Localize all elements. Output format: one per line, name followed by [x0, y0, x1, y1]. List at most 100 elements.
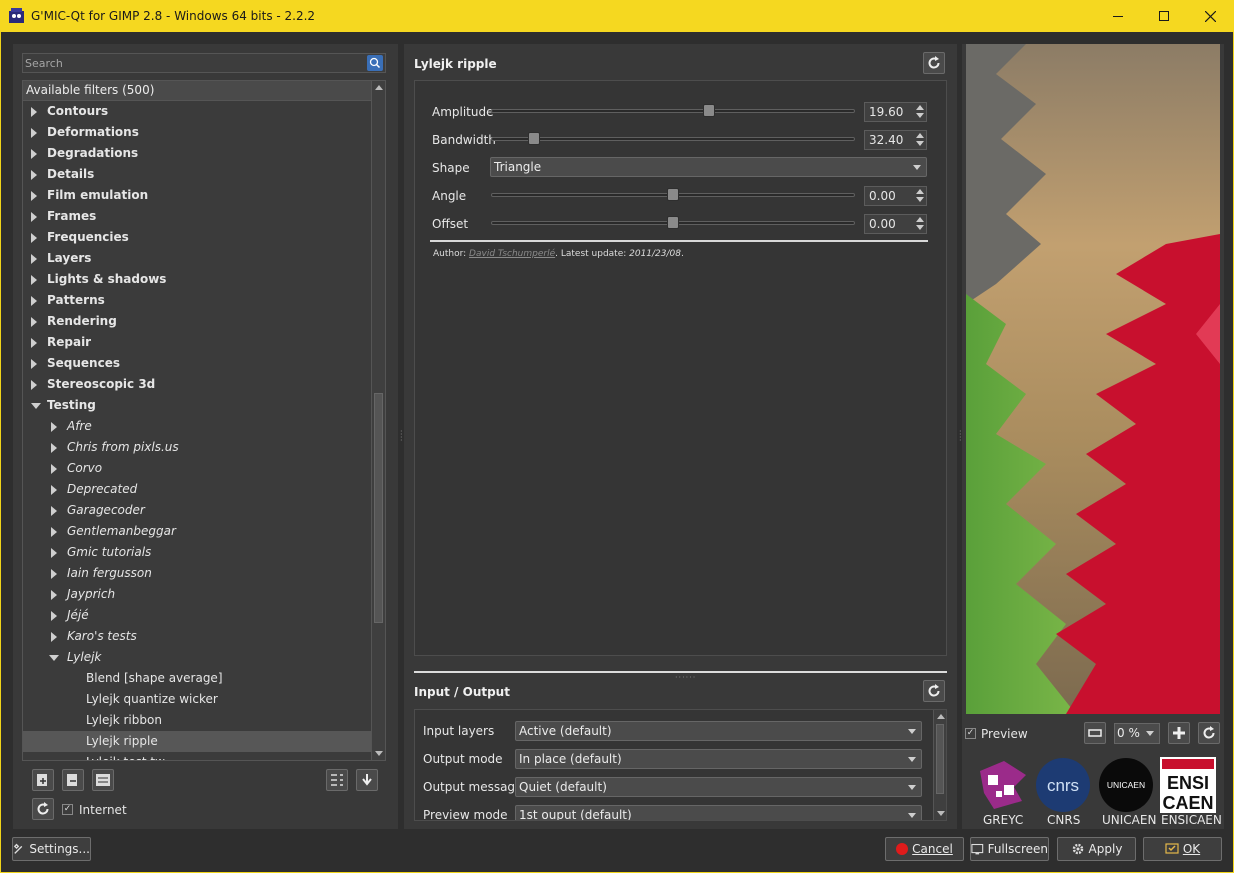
- expand-collapse-button[interactable]: [326, 769, 348, 791]
- offset-value[interactable]: 0.00: [869, 217, 896, 231]
- scroll-down-icon[interactable]: [375, 751, 383, 756]
- collapsed-arrow-icon[interactable]: [31, 359, 37, 369]
- bandwidth-value[interactable]: 32.40: [869, 133, 903, 147]
- zoom-combo[interactable]: 0 %: [1114, 723, 1160, 744]
- shape-combo[interactable]: Triangle: [490, 157, 927, 177]
- tree-subfolder[interactable]: Jéjé: [23, 605, 385, 626]
- collapsed-arrow-icon[interactable]: [31, 317, 37, 327]
- maximize-button[interactable]: [1141, 0, 1187, 32]
- tree-subfolder[interactable]: Corvo: [23, 458, 385, 479]
- offset-slider-handle[interactable]: [667, 216, 679, 229]
- collapsed-arrow-icon[interactable]: [51, 548, 57, 558]
- tree-category[interactable]: Film emulation: [23, 185, 385, 206]
- reset-zoom-button[interactable]: [1198, 722, 1220, 744]
- tree-category[interactable]: Repair: [23, 332, 385, 353]
- expanded-arrow-icon[interactable]: [49, 655, 59, 661]
- tree-header[interactable]: Available filters (500): [23, 81, 385, 101]
- preview-checkbox[interactable]: ✓: [965, 728, 976, 739]
- settings-button[interactable]: Settings...: [12, 837, 91, 861]
- tree-scrollbar[interactable]: [371, 81, 385, 760]
- collapsed-arrow-icon[interactable]: [51, 485, 57, 495]
- apply-button[interactable]: Apply: [1057, 837, 1136, 861]
- spin-arrows-icon[interactable]: [914, 104, 925, 120]
- collapsed-arrow-icon[interactable]: [51, 527, 57, 537]
- tree-category[interactable]: Lights & shadows: [23, 269, 385, 290]
- amplitude-spinbox[interactable]: 19.60: [864, 102, 927, 122]
- collapsed-arrow-icon[interactable]: [51, 611, 57, 621]
- collapsed-arrow-icon[interactable]: [51, 422, 57, 432]
- author-link[interactable]: David Tschumperlé: [469, 249, 555, 259]
- tree-category[interactable]: Rendering: [23, 311, 385, 332]
- collapsed-arrow-icon[interactable]: [31, 107, 37, 117]
- amplitude-slider[interactable]: [491, 104, 855, 117]
- reset-params-button[interactable]: [923, 52, 945, 74]
- spin-arrows-icon[interactable]: [914, 188, 925, 204]
- amplitude-value[interactable]: 19.60: [869, 105, 903, 119]
- tree-category[interactable]: Layers: [23, 248, 385, 269]
- collapsed-arrow-icon[interactable]: [51, 464, 57, 474]
- offset-spinbox[interactable]: 0.00: [864, 214, 927, 234]
- tree-category[interactable]: Contours: [23, 101, 385, 122]
- output-mode-combo[interactable]: In place (default): [515, 749, 922, 769]
- amplitude-slider-handle[interactable]: [703, 104, 715, 117]
- collapsed-arrow-icon[interactable]: [31, 149, 37, 159]
- tree-subfolder[interactable]: Chris from pixls.us: [23, 437, 385, 458]
- output-messages-combo[interactable]: Quiet (default): [515, 777, 922, 797]
- download-button[interactable]: [356, 769, 378, 791]
- tree-filter-item[interactable]: Lylejk quantize wicker: [23, 689, 385, 710]
- search-icon[interactable]: [367, 55, 383, 71]
- collapsed-arrow-icon[interactable]: [31, 296, 37, 306]
- expanded-arrow-icon[interactable]: [31, 403, 41, 409]
- bandwidth-slider[interactable]: [491, 132, 855, 145]
- collapsed-arrow-icon[interactable]: [31, 338, 37, 348]
- tree-subfolder[interactable]: Deprecated: [23, 479, 385, 500]
- tree-category[interactable]: Deformations: [23, 122, 385, 143]
- scroll-up-icon[interactable]: [937, 714, 945, 719]
- scrollbar-thumb[interactable]: [374, 393, 383, 623]
- collapsed-arrow-icon[interactable]: [31, 233, 37, 243]
- tree-category[interactable]: Details: [23, 164, 385, 185]
- collapsed-arrow-icon[interactable]: [51, 443, 57, 453]
- offset-slider[interactable]: [491, 216, 855, 229]
- zoom-in-button[interactable]: [1168, 722, 1190, 744]
- tree-subfolder[interactable]: Garagecoder: [23, 500, 385, 521]
- io-scrollbar[interactable]: [933, 710, 946, 820]
- angle-value[interactable]: 0.00: [869, 189, 896, 203]
- tree-subfolder-lylejk[interactable]: Lylejk: [23, 647, 385, 668]
- tree-category[interactable]: Degradations: [23, 143, 385, 164]
- tree-filter-item[interactable]: Lylejk test tw...: [23, 752, 385, 760]
- remove-fave-button[interactable]: [62, 769, 84, 791]
- preview-image[interactable]: [966, 44, 1220, 714]
- tree-filter-item[interactable]: Lylejk ripple: [23, 731, 385, 752]
- tree-subfolder[interactable]: Jayprich: [23, 584, 385, 605]
- tree-category[interactable]: Frames: [23, 206, 385, 227]
- tree-subfolder[interactable]: Afre: [23, 416, 385, 437]
- collapsed-arrow-icon[interactable]: [31, 128, 37, 138]
- ok-button[interactable]: OK: [1143, 837, 1222, 861]
- tree-category[interactable]: Sequences: [23, 353, 385, 374]
- tree-filter-item[interactable]: Blend [shape average]: [23, 668, 385, 689]
- rename-fave-button[interactable]: [92, 769, 114, 791]
- preview-mode-combo[interactable]: 1st ouput (default): [515, 805, 922, 820]
- tree-category[interactable]: Stereoscopic 3d: [23, 374, 385, 395]
- collapsed-arrow-icon[interactable]: [51, 506, 57, 516]
- tree-category-testing[interactable]: Testing: [23, 395, 385, 416]
- collapsed-arrow-icon[interactable]: [31, 254, 37, 264]
- tree-category[interactable]: Patterns: [23, 290, 385, 311]
- cancel-button[interactable]: Cancel: [885, 837, 964, 861]
- minimize-button[interactable]: [1095, 0, 1141, 32]
- input-layers-combo[interactable]: Active (default): [515, 721, 922, 741]
- search-box[interactable]: [22, 53, 386, 73]
- fullscreen-button[interactable]: Fullscreen: [970, 837, 1049, 861]
- reset-io-button[interactable]: [923, 680, 945, 702]
- left-splitter-handle[interactable]: · · · ·: [400, 428, 403, 445]
- bandwidth-spinbox[interactable]: 32.40: [864, 130, 927, 150]
- io-scrollbar-thumb[interactable]: [936, 724, 944, 794]
- collapsed-arrow-icon[interactable]: [31, 191, 37, 201]
- angle-spinbox[interactable]: 0.00: [864, 186, 927, 206]
- scroll-down-icon[interactable]: [937, 811, 945, 816]
- collapsed-arrow-icon[interactable]: [31, 170, 37, 180]
- tree-filter-item[interactable]: Lylejk ribbon: [23, 710, 385, 731]
- collapsed-arrow-icon[interactable]: [31, 212, 37, 222]
- refresh-filters-button[interactable]: [32, 798, 54, 820]
